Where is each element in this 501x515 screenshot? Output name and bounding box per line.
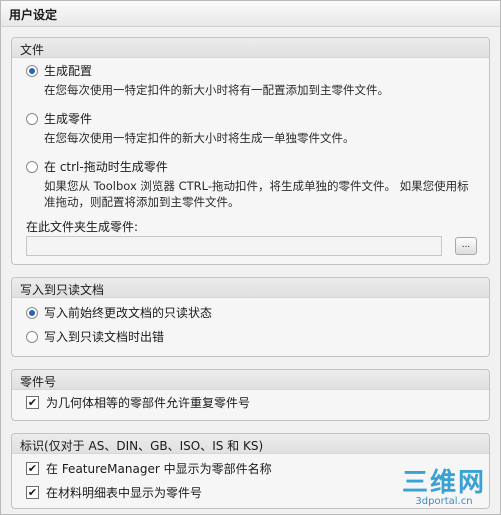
folder-label: 在此文件夹生成零件: — [26, 220, 139, 234]
checkbox[interactable]: ✔ — [26, 486, 39, 499]
radio-readonly-error[interactable]: 写入到只读文档时出错 — [26, 328, 164, 345]
checkbox-label: 为几何体相等的零部件允许重复零件号 — [46, 396, 251, 410]
window-title: 用户设定 — [1, 1, 500, 27]
watermark-logo: 三维网 3dportal.cn — [402, 470, 486, 508]
readonly-group: 写入到只读文档 写入前始终更改文档的只读状态 写入到只读文档时出错 — [11, 277, 490, 357]
radio-generate-config[interactable]: 生成配置 — [26, 62, 92, 79]
readonly-group-header: 写入到只读文档 — [12, 278, 489, 298]
radio-button[interactable] — [26, 160, 38, 173]
radio-change-readonly[interactable]: 写入前始终更改文档的只读状态 — [26, 304, 212, 321]
partnum-group: 零件号 ✔ 为几何体相等的零部件允许重复零件号 — [11, 369, 490, 421]
option-description: 如果您从 Toolbox 浏览器 CTRL-拖动扣件，将生成单独的零件文件。 如… — [44, 179, 469, 209]
radio-label: 写入前始终更改文档的只读状态 — [44, 306, 213, 320]
checkbox-show-in-featuremanager[interactable]: ✔ 在 FeatureManager 中显示为零部件名称 — [26, 460, 272, 477]
option-description: 在您每次使用一特定扣件的新大小时将生成一单独零件文件。 — [44, 131, 355, 145]
folder-path-input[interactable] — [26, 236, 442, 256]
radio-label: 生成零件 — [44, 112, 93, 126]
checkbox-label: 在 FeatureManager 中显示为零部件名称 — [46, 462, 272, 476]
watermark-main: 三维网 — [401, 468, 486, 498]
radio-button[interactable] — [26, 306, 38, 319]
ident-group-header: 标识(仅对于 AS、DIN、GB、ISO、IS 和 KS) — [12, 434, 489, 454]
radio-ctrl-drag-part[interactable]: 在 ctrl-拖动时生成零件 — [26, 158, 168, 175]
radio-label: 在 ctrl-拖动时生成零件 — [44, 160, 168, 174]
browse-button[interactable]: ... — [455, 237, 477, 255]
radio-button[interactable] — [26, 64, 38, 77]
file-group: 文件 生成配置 在您每次使用一特定扣件的新大小时将有一配置添加到主零件文件。 生… — [11, 37, 490, 265]
user-settings-window: 用户设定 文件 生成配置 在您每次使用一特定扣件的新大小时将有一配置添加到主零件… — [0, 0, 501, 515]
checkbox[interactable]: ✔ — [26, 396, 39, 409]
radio-label: 生成配置 — [44, 64, 93, 78]
radio-generate-part[interactable]: 生成零件 — [26, 110, 92, 127]
radio-label: 写入到只读文档时出错 — [44, 330, 165, 344]
checkbox-allow-duplicate[interactable]: ✔ 为几何体相等的零部件允许重复零件号 — [26, 394, 250, 411]
radio-button[interactable] — [26, 330, 38, 343]
partnum-group-header: 零件号 — [12, 370, 489, 390]
option-description: 在您每次使用一特定扣件的新大小时将有一配置添加到主零件文件。 — [44, 83, 389, 97]
checkbox-label: 在材料明细表中显示为零件号 — [46, 486, 203, 500]
checkbox[interactable]: ✔ — [26, 462, 39, 475]
checkbox-show-in-bom[interactable]: ✔ 在材料明细表中显示为零件号 — [26, 484, 202, 501]
radio-button[interactable] — [26, 112, 38, 125]
file-group-header: 文件 — [12, 38, 489, 58]
